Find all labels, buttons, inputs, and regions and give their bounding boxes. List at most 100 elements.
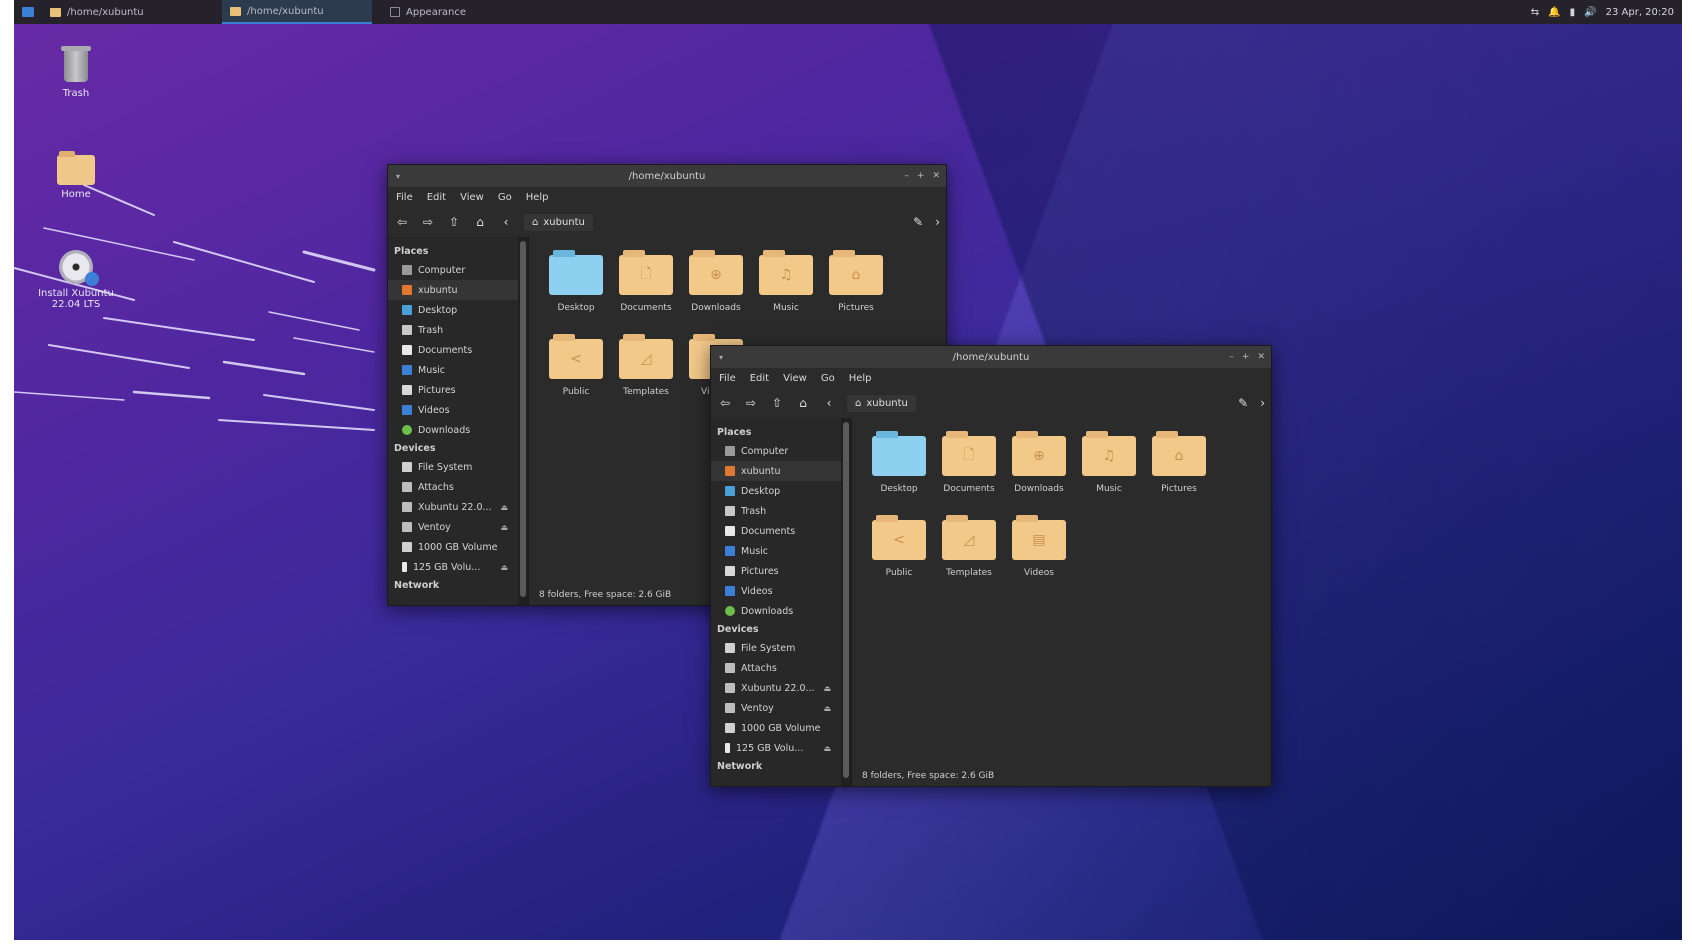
window-menu-icon[interactable]: ▾ [719, 353, 723, 362]
menu-view[interactable]: View [783, 373, 807, 384]
eject-icon[interactable]: ⏏ [823, 744, 831, 753]
menu-edit[interactable]: Edit [427, 192, 446, 203]
file-manager-window-front[interactable]: ▾ /home/xubuntu – + ✕ File Edit View Go … [710, 345, 1272, 787]
sidebar-item-pictures[interactable]: Pictures [388, 380, 528, 400]
scrollbar-thumb[interactable] [843, 422, 849, 778]
up-icon[interactable]: ⇧ [769, 396, 785, 410]
menu-go[interactable]: Go [821, 373, 835, 384]
clock[interactable]: 23 Apr, 20:20 [1606, 7, 1674, 18]
sidebar-item-device[interactable]: Ventoy ⏏ [711, 698, 851, 718]
path-right-icon[interactable]: › [935, 215, 940, 229]
sidebar-item-music[interactable]: Music [388, 360, 528, 380]
menu-view[interactable]: View [460, 192, 484, 203]
file-item[interactable]: ◿ Templates [934, 512, 1004, 596]
window-menu-icon[interactable]: ▾ [396, 172, 400, 181]
path-left-icon[interactable]: ‹ [821, 396, 837, 410]
file-item[interactable]: ⌂ Pictures [1144, 428, 1214, 512]
taskbar-item-active[interactable]: /home/xubuntu [222, 0, 372, 24]
network-icon[interactable]: ⇆ [1531, 7, 1539, 18]
scrollbar-thumb[interactable] [520, 241, 526, 597]
sidebar-item-documents[interactable]: Documents [388, 340, 528, 360]
breadcrumb[interactable]: ⌂ xubuntu [847, 394, 916, 412]
breadcrumb[interactable]: ⌂ xubuntu [524, 213, 593, 231]
sidebar-item-computer[interactable]: Computer [388, 260, 528, 280]
sidebar-item-music[interactable]: Music [711, 541, 851, 561]
menu-help[interactable]: Help [526, 192, 549, 203]
path-left-icon[interactable]: ‹ [498, 215, 514, 229]
file-item[interactable]: < Public [541, 331, 611, 415]
sidebar-item-device[interactable]: 125 GB Volu... ⏏ [711, 738, 851, 758]
sidebar-scrollbar[interactable] [518, 237, 528, 605]
window-titlebar[interactable]: ▾ /home/xubuntu – + ✕ [711, 346, 1271, 368]
menu-file[interactable]: File [396, 192, 413, 203]
minimize-icon[interactable]: – [904, 171, 909, 181]
sidebar-item-downloads[interactable]: Downloads [711, 601, 851, 621]
sidebar-item-trash[interactable]: Trash [711, 501, 851, 521]
menu-go[interactable]: Go [498, 192, 512, 203]
home-icon[interactable]: ⌂ [795, 396, 811, 410]
edit-path-icon[interactable]: ✎ [913, 215, 923, 229]
file-view[interactable]: Desktop 🗋 Documents ⊕ Downloads ♫ Music ⌂ Pi… [852, 418, 1271, 786]
sidebar-item-desktop[interactable]: Desktop [388, 300, 528, 320]
battery-icon[interactable]: ▮ [1570, 7, 1576, 18]
minimize-icon[interactable]: – [1229, 352, 1234, 362]
sidebar-item-documents[interactable]: Documents [711, 521, 851, 541]
whisker-menu-icon[interactable] [22, 7, 34, 17]
path-right-icon[interactable]: › [1260, 396, 1265, 410]
volume-icon[interactable]: 🔊 [1584, 7, 1596, 18]
sidebar-item-device[interactable]: 125 GB Volu... ⏏ [388, 557, 528, 577]
forward-icon[interactable]: ⇨ [743, 396, 759, 410]
desktop-icon-home[interactable]: Home [31, 151, 121, 200]
sidebar-item-pictures[interactable]: Pictures [711, 561, 851, 581]
maximize-icon[interactable]: + [917, 171, 925, 181]
sidebar-item-device[interactable]: File System [388, 457, 528, 477]
back-icon[interactable]: ⇦ [717, 396, 733, 410]
sidebar-item-downloads[interactable]: Downloads [388, 420, 528, 440]
sidebar-item-trash[interactable]: Trash [388, 320, 528, 340]
back-icon[interactable]: ⇦ [394, 215, 410, 229]
close-icon[interactable]: ✕ [1257, 352, 1265, 362]
sidebar-scrollbar[interactable] [841, 418, 851, 786]
sidebar-item-device[interactable]: Xubuntu 22.0... ⏏ [711, 678, 851, 698]
eject-icon[interactable]: ⏏ [823, 704, 831, 713]
desktop-icon-trash[interactable]: Trash [31, 46, 121, 99]
window-titlebar[interactable]: ▾ /home/xubuntu – + ✕ [388, 165, 946, 187]
eject-icon[interactable]: ⏏ [500, 523, 508, 532]
edit-path-icon[interactable]: ✎ [1238, 396, 1248, 410]
desktop-icon-install[interactable]: Install Xubuntu 22.04 LTS [31, 250, 121, 310]
file-item[interactable]: ▤ Videos [1004, 512, 1074, 596]
up-icon[interactable]: ⇧ [446, 215, 462, 229]
home-icon[interactable]: ⌂ [472, 215, 488, 229]
sidebar-item-desktop[interactable]: Desktop [711, 481, 851, 501]
sidebar-item-xubuntu[interactable]: xubuntu [388, 280, 528, 300]
taskbar-item[interactable]: /home/xubuntu [42, 0, 192, 24]
sidebar-item-computer[interactable]: Computer [711, 441, 851, 461]
notification-icon[interactable]: 🔔 [1548, 7, 1560, 18]
close-icon[interactable]: ✕ [932, 171, 940, 181]
file-item[interactable]: ⊕ Downloads [1004, 428, 1074, 512]
sidebar-item-device[interactable]: Attachs [711, 658, 851, 678]
sidebar-item-device[interactable]: File System [711, 638, 851, 658]
menu-edit[interactable]: Edit [750, 373, 769, 384]
sidebar-item-device[interactable]: Attachs [388, 477, 528, 497]
file-item[interactable]: ♫ Music [1074, 428, 1144, 512]
taskbar-item[interactable]: Appearance [382, 0, 532, 24]
file-item[interactable]: ◿ Templates [611, 331, 681, 415]
eject-icon[interactable]: ⏏ [500, 503, 508, 512]
menu-help[interactable]: Help [849, 373, 872, 384]
eject-icon[interactable]: ⏏ [823, 684, 831, 693]
file-item[interactable]: ♫ Music [751, 247, 821, 331]
maximize-icon[interactable]: + [1242, 352, 1250, 362]
sidebar-item-videos[interactable]: Videos [388, 400, 528, 420]
file-item[interactable]: < Public [864, 512, 934, 596]
sidebar-item-device[interactable]: 1000 GB Volume [388, 537, 528, 557]
file-item[interactable]: Desktop [864, 428, 934, 512]
menu-file[interactable]: File [719, 373, 736, 384]
sidebar-item-device[interactable]: 1000 GB Volume [711, 718, 851, 738]
file-item[interactable]: Desktop [541, 247, 611, 331]
sidebar-item-device[interactable]: Xubuntu 22.0... ⏏ [388, 497, 528, 517]
file-item[interactable]: ⊕ Downloads [681, 247, 751, 331]
sidebar-item-xubuntu[interactable]: xubuntu [711, 461, 851, 481]
file-item[interactable]: ⌂ Pictures [821, 247, 891, 331]
sidebar-item-videos[interactable]: Videos [711, 581, 851, 601]
